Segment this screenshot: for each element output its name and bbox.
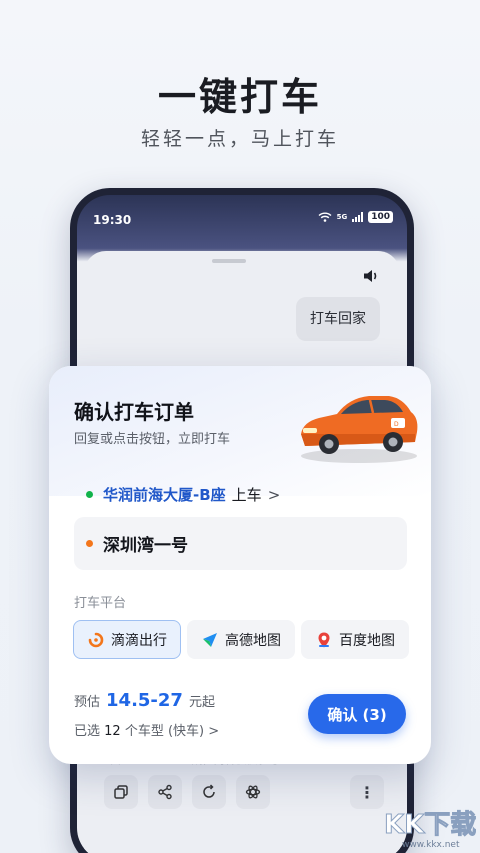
more-button[interactable]: ⋮ [350,775,384,809]
types-suffix: 个车型 (快车) [124,724,205,739]
atom-icon [245,785,261,799]
platform-amap-label: 高德地图 [225,632,281,649]
destination-dot [86,540,93,547]
platform-didi[interactable]: 滴滴出行 [73,620,181,659]
message-toolbar [104,775,270,809]
wifi-icon [318,212,332,222]
signal-icon [352,212,364,222]
price-suffix: 元起 [188,695,215,710]
types-prefix: 已选 [74,724,101,739]
speaker-icon[interactable] [362,267,380,285]
platform-label: 打车平台 [74,596,127,611]
price-prefix: 预估 [74,695,101,710]
pickup-place: 华润前海大厦-B座 [103,486,226,504]
status-icons: 5G 100 [318,211,393,223]
pickup-row[interactable]: 华润前海大厦-B座 上车 > [86,484,280,505]
platform-baidu-label: 百度地图 [339,632,395,649]
refresh-icon [203,784,215,798]
confirm-button[interactable]: 确认 (3) [308,694,406,734]
didi-icon [88,632,104,647]
amap-icon [203,632,217,647]
car-types-link[interactable]: 已选 12 个车型 (快车) > [74,720,219,739]
svg-text:D: D [394,421,399,428]
pickup-suffix: 上车 [231,486,262,504]
platform-didi-label: 滴滴出行 [111,632,167,649]
destination-name: 深圳湾一号 [103,536,188,556]
share-icon [158,784,172,800]
platform-selector: 滴滴出行 高德地图 百度地图 [73,620,409,659]
chevron-right-icon: > [267,485,281,504]
status-time: 19:30 [93,213,132,227]
svg-text:KK下载: KK下载 [384,810,476,840]
price-estimate: 预估 14.5-27 元起 [74,690,215,711]
baidu-map-icon [318,632,330,647]
network-label: 5G [336,213,348,221]
watermark-logo: KK下载 www.kkx.net [384,810,477,851]
order-title: 确认打车订单 [74,400,194,424]
copy-icon [114,785,128,799]
battery-indicator: 100 [368,211,393,223]
hero-subtitle: 轻轻一点，马上打车 [140,128,339,150]
regenerate-button[interactable] [192,775,226,809]
price-value: 14.5-27 [106,690,183,711]
svg-text:www.kkx.net: www.kkx.net [402,840,460,850]
taxi-car-icon: D [301,396,418,463]
pickup-dot [86,491,93,498]
ai-button[interactable] [236,775,270,809]
hero-title: 一键打车 [157,75,322,119]
share-button[interactable] [148,775,182,809]
chat-bubble-home[interactable]: 打车回家 [296,297,380,341]
platform-baidu[interactable]: 百度地图 [301,620,409,659]
platform-amap[interactable]: 高德地图 [187,620,295,659]
order-subtitle: 回复或点击按钮，立即打车 [74,432,231,447]
order-card: 确认打车订单 回复或点击按钮，立即打车 D 华润前海大厦-B座 上车 > 深圳湾… [49,366,431,764]
sheet-handle[interactable] [212,259,246,263]
chevron-right-icon: > [208,724,220,739]
more-icon: ⋮ [359,782,375,802]
types-count: 12 [104,724,121,739]
copy-button[interactable] [104,775,138,809]
destination-field[interactable]: 深圳湾一号 [74,517,407,570]
